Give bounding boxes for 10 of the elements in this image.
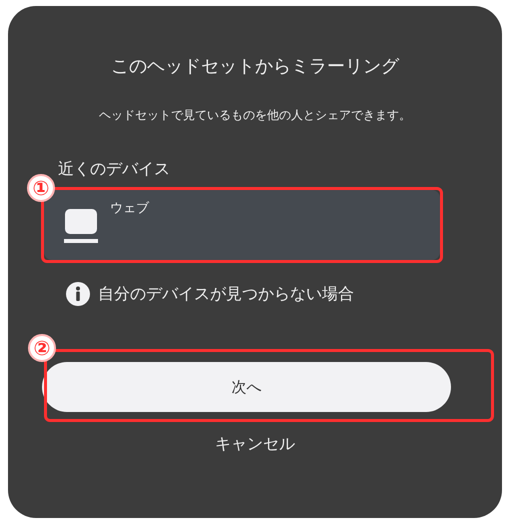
cancel-button[interactable]: キャンセル	[215, 434, 295, 455]
info-icon	[66, 282, 90, 306]
next-button[interactable]: 次へ	[42, 362, 451, 412]
step-number: ①	[27, 174, 55, 202]
help-link[interactable]: 自分のデバイスが見つからない場合	[98, 283, 354, 305]
step-number: ②	[28, 334, 56, 362]
dialog-title: このヘッドセットからミラーリング	[110, 55, 400, 79]
device-name: ウェブ	[110, 200, 149, 218]
section-heading: 近くのデバイス	[58, 158, 171, 180]
dialog-description: ヘッドセットで見ているものを他の人とシェアできます。	[98, 107, 412, 124]
